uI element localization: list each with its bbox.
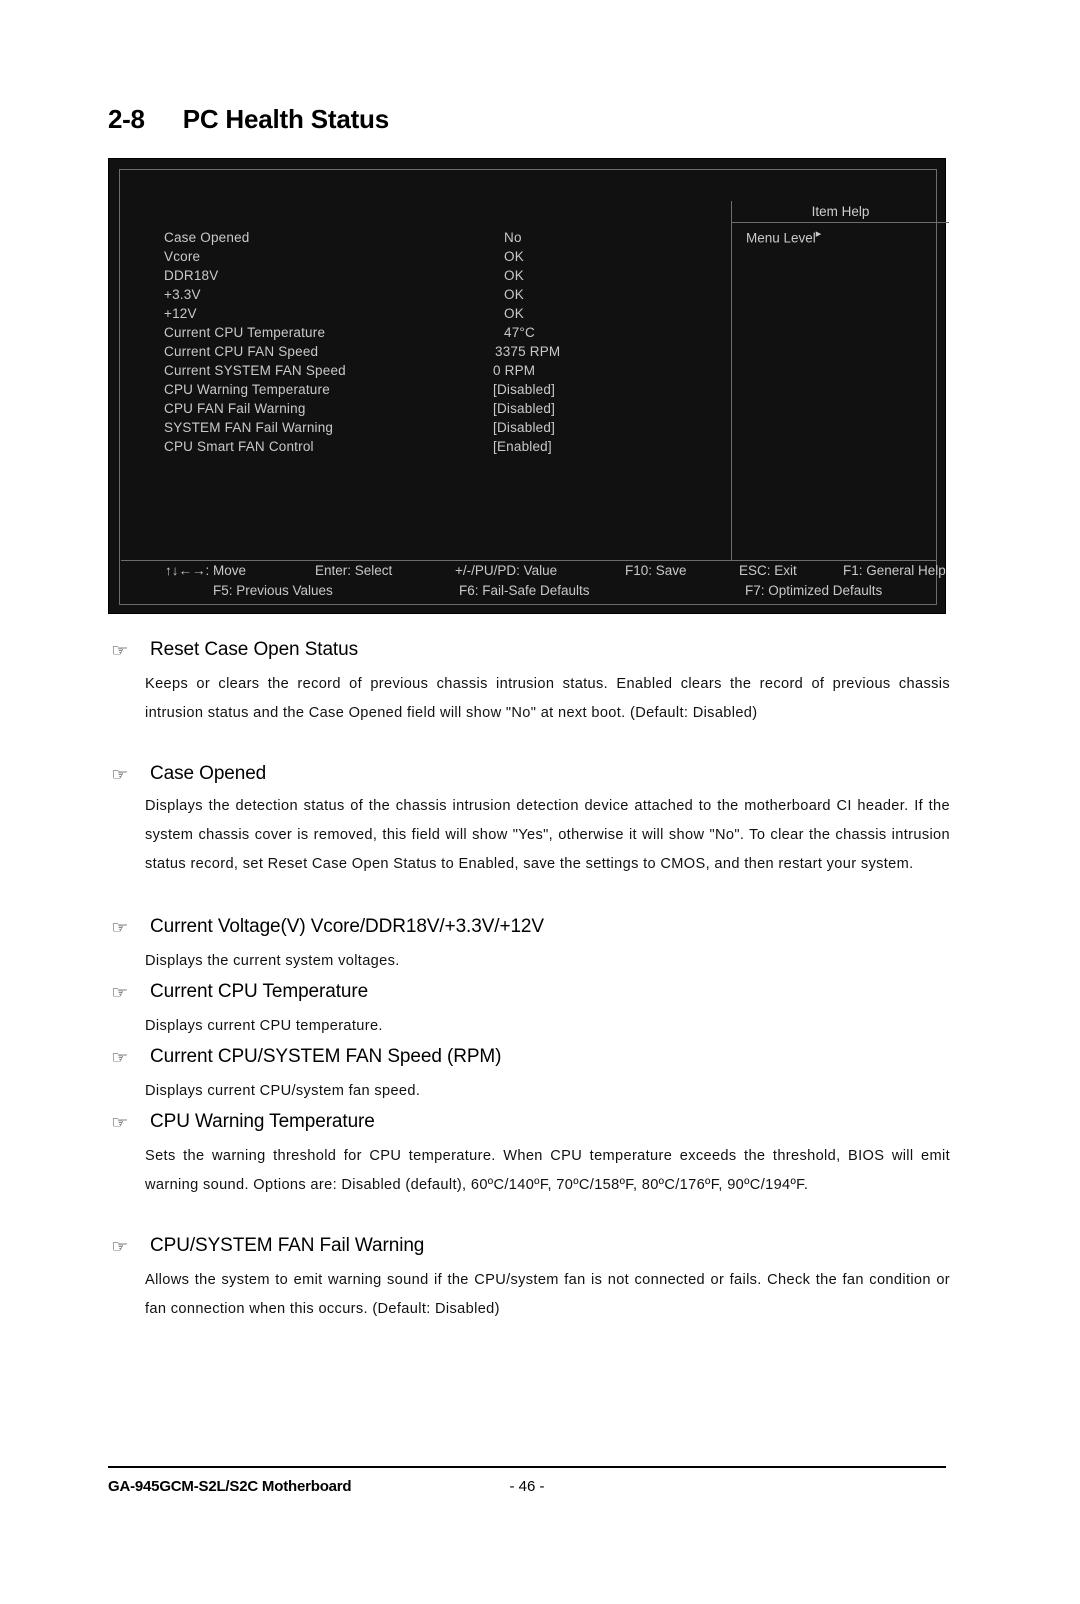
- bullet-title: Current Voltage(V) Vcore/DDR18V/+3.3V/+1…: [150, 916, 544, 937]
- bios-item-value: OK: [504, 306, 524, 321]
- key-esc-exit: ESC: Exit: [739, 563, 797, 578]
- bios-row[interactable]: CPU FAN Fail Warning [Disabled]: [164, 399, 724, 418]
- pointing-hand-icon: ☞: [111, 1113, 129, 1133]
- bullet-title: CPU Warning Temperature: [150, 1111, 375, 1132]
- bios-item-label: Current CPU Temperature: [164, 325, 326, 340]
- item-help-panel: Item Help Menu Level▸: [731, 201, 949, 560]
- bios-screen-frame: Case Opened No Vcore OK DDR18V OK +3.3V …: [119, 169, 949, 606]
- key-legend-row-2: F5: Previous Values F6: Fail-Safe Defaul…: [121, 581, 936, 601]
- paragraph-reset-case-open-status: Keeps or clears the record of previous c…: [145, 676, 950, 721]
- key-f6-failsafe: F6: Fail-Safe Defaults: [459, 583, 590, 598]
- pointing-hand-icon: ☞: [111, 765, 129, 785]
- bios-item-value: 47°C: [504, 325, 535, 340]
- menu-level-text: Menu Level: [746, 230, 816, 246]
- bullet-title: CPU/SYSTEM FAN Fail Warning: [150, 1235, 425, 1256]
- bios-item-label: +3.3V: [164, 287, 201, 302]
- bios-key-legend: ↑↓←→: Move Enter: Select +/-/PU/PD: Valu…: [121, 560, 946, 606]
- bios-item-label: CPU Warning Temperature: [164, 382, 330, 397]
- bios-item-value: OK: [504, 287, 524, 302]
- item-help-title: Item Help: [732, 201, 949, 223]
- bios-item-list: Case Opened No Vcore OK DDR18V OK +3.3V …: [164, 228, 724, 456]
- bios-row[interactable]: CPU Smart FAN Control [Enabled]: [164, 437, 724, 456]
- bios-row[interactable]: Case Opened No: [164, 228, 724, 247]
- bios-item-value: [Disabled]: [493, 420, 556, 435]
- key-value: +/-/PU/PD: Value: [455, 563, 558, 578]
- bios-row[interactable]: +3.3V OK: [164, 285, 724, 304]
- footer-divider: [108, 1466, 946, 1468]
- footer-page-number: - 46 -: [509, 1478, 545, 1495]
- key-move: ↑↓←→: Move: [165, 563, 247, 578]
- pointing-hand-icon: ☞: [111, 918, 129, 938]
- bios-item-label: CPU FAN Fail Warning: [164, 401, 306, 416]
- bios-item-value: [Disabled]: [493, 382, 556, 397]
- bios-item-value: [Disabled]: [493, 401, 556, 416]
- key-legend-row-1: ↑↓←→: Move Enter: Select +/-/PU/PD: Valu…: [121, 561, 946, 581]
- bullet-title: Current CPU/SYSTEM FAN Speed (RPM): [150, 1046, 502, 1067]
- pointing-hand-icon: ☞: [111, 983, 129, 1003]
- bios-row[interactable]: DDR18V OK: [164, 266, 724, 285]
- bios-row[interactable]: Current SYSTEM FAN Speed 0 RPM: [164, 361, 724, 380]
- bullet-title: Current CPU Temperature: [150, 981, 369, 1002]
- bullet-title: Reset Case Open Status: [150, 639, 358, 660]
- paragraph-current-voltage: Displays the current system voltages.: [145, 953, 400, 969]
- bios-item-value: 3375 RPM: [495, 344, 561, 359]
- bios-row[interactable]: Vcore OK: [164, 247, 724, 266]
- key-f7-optimized: F7: Optimized Defaults: [745, 583, 883, 598]
- bios-row[interactable]: Current CPU FAN Speed 3375 RPM: [164, 342, 724, 361]
- menu-level-arrow-icon: ▸: [815, 228, 822, 240]
- paragraph-cpu-warning-temperature: Sets the warning threshold for CPU tempe…: [145, 1148, 950, 1193]
- paragraph-current-cpu-temperature: Displays current CPU temperature.: [145, 1018, 383, 1034]
- bios-row[interactable]: +12V OK: [164, 304, 724, 323]
- bios-row[interactable]: Current CPU Temperature 47°C: [164, 323, 724, 342]
- section-number: 2-8: [108, 104, 145, 134]
- bios-item-value: [Enabled]: [493, 439, 552, 454]
- section-title: PC Health Status: [182, 104, 389, 134]
- paragraph-fan-fail-warning: Allows the system to emit warning sound …: [145, 1272, 950, 1317]
- bullet-title: Case Opened: [150, 763, 267, 784]
- pointing-hand-icon: ☞: [111, 641, 129, 661]
- page-title: 2-8 PC Health Status: [108, 104, 968, 135]
- document-page: 2-8 PC Health Status Case Opened No Vcor…: [0, 0, 1080, 1604]
- bios-item-label: Current SYSTEM FAN Speed: [164, 363, 346, 378]
- bios-item-label: SYSTEM FAN Fail Warning: [164, 420, 334, 435]
- menu-level-label: Menu Level▸: [746, 227, 821, 246]
- pointing-hand-icon: ☞: [111, 1048, 129, 1068]
- bios-item-label: CPU Smart FAN Control: [164, 439, 314, 454]
- bios-item-label: Vcore: [164, 249, 201, 264]
- key-f5-previous: F5: Previous Values: [213, 583, 333, 598]
- key-f10-save: F10: Save: [625, 563, 687, 578]
- bios-item-label: DDR18V: [164, 268, 219, 283]
- bios-item-value: OK: [504, 268, 524, 283]
- bios-item-value: OK: [504, 249, 524, 264]
- paragraph-case-opened: Displays the detection status of the cha…: [145, 798, 950, 872]
- bios-screen: Case Opened No Vcore OK DDR18V OK +3.3V …: [108, 158, 949, 614]
- bios-item-value: No: [504, 230, 522, 245]
- key-enter-select: Enter: Select: [315, 563, 393, 578]
- key-f1-help: F1: General Help: [843, 563, 946, 578]
- bios-row[interactable]: SYSTEM FAN Fail Warning [Disabled]: [164, 418, 724, 437]
- bios-item-value: 0 RPM: [493, 363, 536, 378]
- bios-item-label: +12V: [164, 306, 197, 321]
- pointing-hand-icon: ☞: [111, 1237, 129, 1257]
- paragraph-current-fan-speed: Displays current CPU/system fan speed.: [145, 1083, 421, 1099]
- bios-item-label: Case Opened: [164, 230, 250, 245]
- bios-row[interactable]: CPU Warning Temperature [Disabled]: [164, 380, 724, 399]
- bios-item-label: Current CPU FAN Speed: [164, 344, 319, 359]
